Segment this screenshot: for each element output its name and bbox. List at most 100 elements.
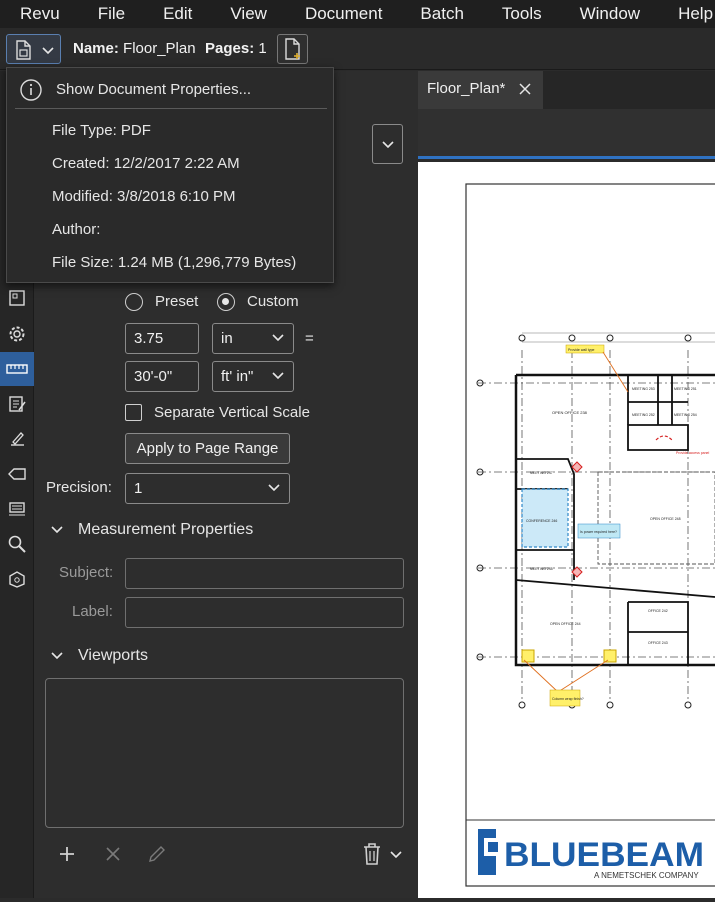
thumbnails-icon	[9, 290, 25, 306]
label-input[interactable]	[125, 597, 404, 628]
viewports-list[interactable]	[45, 678, 404, 828]
trash-options-button[interactable]	[389, 848, 403, 865]
callout-text: Column wrap finish?	[552, 697, 584, 701]
modified-info: Modified: 3/8/2018 6:10 PM	[52, 188, 236, 205]
document-name-label: Name: Floor_Plan	[73, 28, 196, 70]
room-label: MEETING 252	[632, 413, 655, 417]
bookmarks-tool[interactable]	[0, 457, 34, 491]
properties-tool[interactable]	[0, 317, 34, 351]
precision-label: Precision:	[46, 479, 112, 496]
menu-help[interactable]: Help	[658, 0, 715, 28]
menu-revu[interactable]: Revu	[0, 0, 78, 28]
search-tool[interactable]	[0, 527, 34, 561]
room-label: MEETING 247	[530, 471, 553, 475]
spaces-icon	[9, 571, 25, 588]
callout-text: Is power required here?	[580, 530, 617, 534]
menu-edit[interactable]: Edit	[143, 0, 210, 28]
document-viewer[interactable]: OPEN OFFICE 238 MEETING 253 MEETING 251 …	[418, 162, 715, 898]
chevron-down-icon	[382, 141, 394, 149]
file-type-info: File Type: PDF	[52, 122, 151, 139]
room-label: OPEN OFFICE 248	[650, 517, 681, 521]
subject-input[interactable]	[125, 558, 404, 589]
markups-list-tool[interactable]	[0, 387, 34, 421]
markups-list-icon	[9, 396, 26, 412]
file-size-info: File Size: 1.24 MB (1,296,779 Bytes)	[52, 254, 297, 271]
delete-viewport-button[interactable]	[102, 843, 124, 869]
preset-radio[interactable]	[125, 293, 143, 311]
menu-bar: Revu File Edit View Document Batch Tools…	[0, 0, 715, 28]
search-icon	[8, 535, 26, 553]
separate-vertical-checkbox[interactable]	[125, 404, 142, 421]
edit-viewport-button[interactable]	[146, 843, 168, 869]
floor-plan-drawing: OPEN OFFICE 238 MEETING 253 MEETING 251 …	[465, 183, 715, 887]
chevron-down-icon	[51, 652, 63, 659]
author-info: Author:	[52, 221, 101, 238]
document-menu-button[interactable]	[6, 34, 61, 64]
label-label: Label:	[72, 603, 113, 620]
chevron-down-icon	[390, 851, 402, 859]
menu-file[interactable]: File	[78, 0, 143, 28]
new-document-button[interactable]	[277, 34, 308, 64]
trash-button[interactable]	[360, 841, 384, 871]
document-toolbar: Name: Floor_Plan Pages: 1	[0, 28, 715, 70]
gear-icon	[9, 326, 25, 342]
pages-caption: Pages:	[205, 40, 255, 57]
chevron-down-icon	[272, 334, 284, 342]
precision-value: 1	[134, 480, 143, 497]
real-unit-value: ft' in"	[221, 368, 254, 385]
spaces-tool[interactable]	[0, 562, 34, 596]
document-unit-value: in	[221, 330, 233, 347]
new-document-icon	[285, 38, 300, 60]
menu-batch[interactable]: Batch	[400, 0, 481, 28]
tag-icon	[8, 468, 26, 480]
menu-window[interactable]: Window	[560, 0, 658, 28]
measurement-properties-header[interactable]: Measurement Properties	[50, 521, 253, 539]
preset-label: Preset	[155, 293, 199, 310]
trash-icon	[364, 843, 380, 865]
apply-to-page-range-button[interactable]: Apply to Page Range	[125, 433, 290, 464]
pencil-icon	[149, 846, 165, 862]
page-count-label: Pages: 1	[205, 28, 267, 70]
document-tab-bar: Floor_Plan*	[418, 71, 715, 109]
callout-text: Provide access panel	[676, 451, 709, 455]
tool-chest-tool[interactable]	[0, 492, 34, 526]
custom-radio[interactable]	[217, 293, 235, 311]
document-unit-select[interactable]: in	[212, 323, 294, 354]
real-unit-select[interactable]: ft' in"	[212, 361, 294, 392]
x-icon	[106, 847, 120, 861]
menu-tools[interactable]: Tools	[482, 0, 560, 28]
room-label: MEETING 251	[674, 387, 697, 391]
menu-separator	[15, 108, 327, 109]
real-length-input[interactable]: 30'-0"	[125, 361, 199, 392]
info-icon	[20, 79, 42, 101]
tab-floor-plan[interactable]: Floor_Plan*	[418, 71, 543, 109]
show-document-properties-item[interactable]: Show Document Properties...	[7, 77, 333, 103]
measurements-tool[interactable]	[0, 352, 34, 386]
signatures-tool[interactable]	[0, 422, 34, 456]
bluebeam-logo-subtext: A NEMETSCHEK COMPANY	[594, 871, 699, 880]
chevron-down-icon	[51, 526, 63, 533]
viewports-header[interactable]: Viewports	[50, 647, 148, 665]
close-icon[interactable]	[518, 82, 532, 96]
room-label: OFFICE 242	[648, 609, 668, 613]
tab-floor-plan-label: Floor_Plan*	[427, 80, 506, 97]
room-label: OPEN OFFICE 244	[550, 622, 581, 626]
menu-view[interactable]: View	[210, 0, 285, 28]
show-document-properties-label: Show Document Properties...	[56, 81, 252, 98]
custom-label: Custom	[247, 293, 299, 310]
bluebeam-logo-text: BLUEBEAM	[504, 836, 704, 874]
equals-sign: =	[305, 330, 314, 347]
document-toolbar-strip	[418, 109, 715, 159]
thumbnails-tool[interactable]	[0, 281, 34, 315]
room-label: OPEN OFFICE 238	[552, 410, 588, 415]
room-label: MEETING 253	[632, 387, 655, 391]
subject-label: Subject:	[59, 564, 114, 581]
add-viewport-button[interactable]	[56, 843, 78, 869]
menu-document[interactable]: Document	[285, 0, 400, 28]
precision-select[interactable]: 1	[125, 473, 290, 504]
plus-icon	[60, 847, 74, 861]
created-info: Created: 12/2/2017 2:22 AM	[52, 155, 240, 172]
signature-icon	[11, 432, 24, 446]
tool-chest-icon	[9, 502, 25, 516]
document-length-input[interactable]: 3.75	[125, 323, 199, 354]
